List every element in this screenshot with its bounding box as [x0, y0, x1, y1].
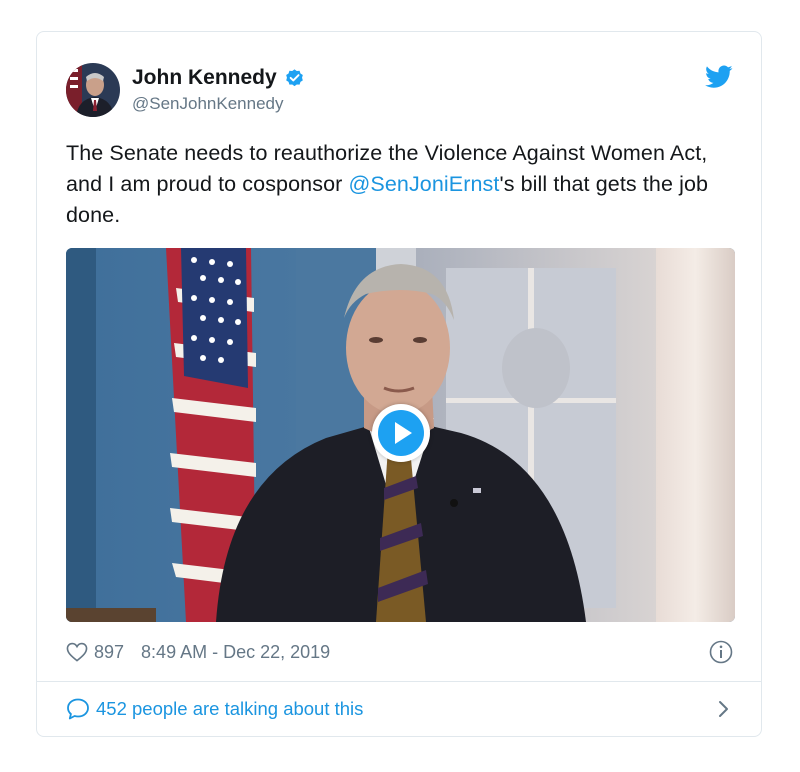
- play-button[interactable]: [372, 404, 430, 462]
- video-thumbnail[interactable]: [66, 248, 735, 622]
- tweet-meta: 897 8:49 AM - Dec 22, 2019: [66, 639, 733, 665]
- display-name-row: John Kennedy: [132, 63, 305, 93]
- mention-link[interactable]: @SenJoniErnst: [348, 172, 499, 196]
- conversation-text: 452 people are talking about this: [96, 698, 364, 719]
- like-button[interactable]: 897: [66, 642, 124, 663]
- play-icon: [378, 410, 424, 456]
- twitter-bird-icon[interactable]: [705, 65, 733, 89]
- like-count: 897: [94, 641, 125, 662]
- avatar[interactable]: [66, 63, 120, 117]
- speech-bubble-icon: [66, 697, 90, 721]
- tweet-header: John Kennedy @SenJohnKennedy: [66, 63, 733, 123]
- info-icon[interactable]: [709, 640, 733, 664]
- author-handle[interactable]: @SenJohnKennedy: [132, 94, 305, 114]
- display-name[interactable]: John Kennedy: [132, 66, 277, 90]
- conversation-link[interactable]: 452 people are talking about this: [66, 695, 733, 723]
- author-names: John Kennedy @SenJohnKennedy: [132, 63, 305, 114]
- chevron-right-icon: [717, 699, 731, 719]
- divider: [37, 681, 761, 682]
- heart-icon: [66, 642, 88, 662]
- tweet-timestamp[interactable]: 8:49 AM - Dec 22, 2019: [141, 642, 330, 663]
- verified-badge-icon: [284, 68, 305, 89]
- tweet-card: John Kennedy @SenJohnKennedy The Senate …: [36, 31, 762, 737]
- tweet-text: The Senate needs to reauthorize the Viol…: [66, 138, 736, 231]
